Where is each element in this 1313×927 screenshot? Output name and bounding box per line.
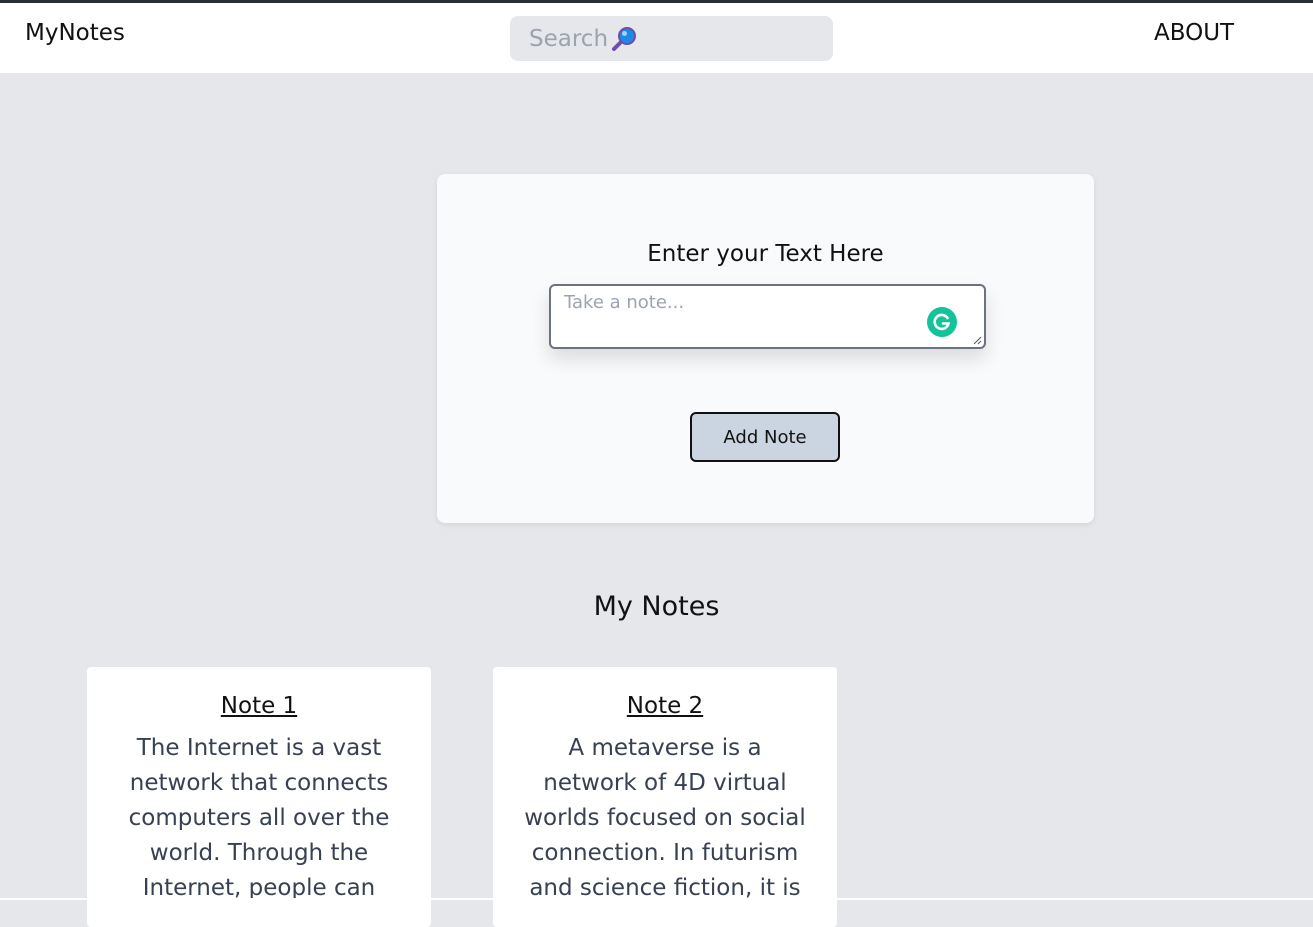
add-note-button[interactable]: Add Note xyxy=(690,412,840,462)
note-body: A metaverse is a network of 4D virtual w… xyxy=(524,735,806,901)
note-textarea[interactable] xyxy=(551,286,984,347)
note-editor-card: Enter your Text Here Add Note xyxy=(437,174,1094,523)
brand-logo[interactable]: MyNotes xyxy=(25,20,125,46)
note-card: Note 2 A metaverse is a network of 4D vi… xyxy=(493,667,837,927)
about-link[interactable]: ABOUT xyxy=(1154,20,1234,46)
search-placeholder: Search xyxy=(529,25,609,52)
resize-handle-icon[interactable] xyxy=(972,335,982,345)
note-body: The Internet is a vast network that conn… xyxy=(128,735,390,901)
magnifier-icon xyxy=(611,26,637,52)
note-card: Note 1 The Internet is a vast network th… xyxy=(87,667,431,927)
search-input[interactable]: Search xyxy=(510,16,833,61)
note-textarea-container xyxy=(549,284,986,349)
navbar: MyNotes Search ABOUT xyxy=(0,3,1313,73)
my-notes-title: My Notes xyxy=(593,591,720,622)
note-title[interactable]: Note 1 xyxy=(117,691,401,721)
note-title[interactable]: Note 2 xyxy=(523,691,807,721)
grammarly-icon[interactable] xyxy=(927,307,957,337)
editor-heading: Enter your Text Here xyxy=(647,241,884,267)
